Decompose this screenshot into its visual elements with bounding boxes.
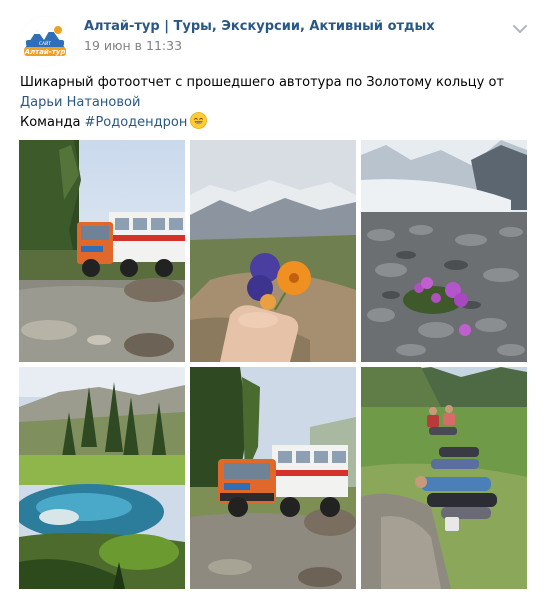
hashtag-link[interactable]: #Рододендрон [85,115,188,130]
author-link[interactable]: Дарьи Натановой [20,95,140,110]
altai-tour-logo: САЙТ Алтай-тур [20,16,70,66]
photo-3[interactable] [361,140,527,362]
flowers-on-rocks-photo [361,140,527,362]
geyser-lake-photo [19,367,185,589]
team-prefix: Команда [20,115,85,130]
wall-post: САЙТ Алтай-тур Алтай-тур | Туры, Экскурс… [0,0,547,608]
flowers-in-hand-photo [190,140,356,362]
chevron-down-icon[interactable] [511,22,529,36]
photo-6[interactable] [361,367,527,589]
photo-5[interactable] [190,367,356,589]
photo-1[interactable] [19,140,185,362]
smiling-face-emoji-icon [190,112,208,129]
truck-forest-photo [190,367,356,589]
svg-text:Алтай-тур: Алтай-тур [24,48,66,56]
post-text-main: Шикарный фотоотчет с прошедшего автотура… [20,75,504,90]
truck-river-photo [19,140,185,362]
tourists-resting-photo [361,367,527,589]
group-avatar[interactable]: САЙТ Алтай-тур [20,16,70,66]
photo-2[interactable] [190,140,356,362]
photo-4[interactable] [19,367,185,589]
post-text: Шикарный фотоотчет с прошедшего автотура… [20,73,530,133]
svg-text:САЙТ: САЙТ [39,40,52,47]
post-date[interactable]: 19 июн в 11:33 [84,38,182,53]
group-name-link[interactable]: Алтай-тур | Туры, Экскурсии, Активный от… [84,19,435,34]
